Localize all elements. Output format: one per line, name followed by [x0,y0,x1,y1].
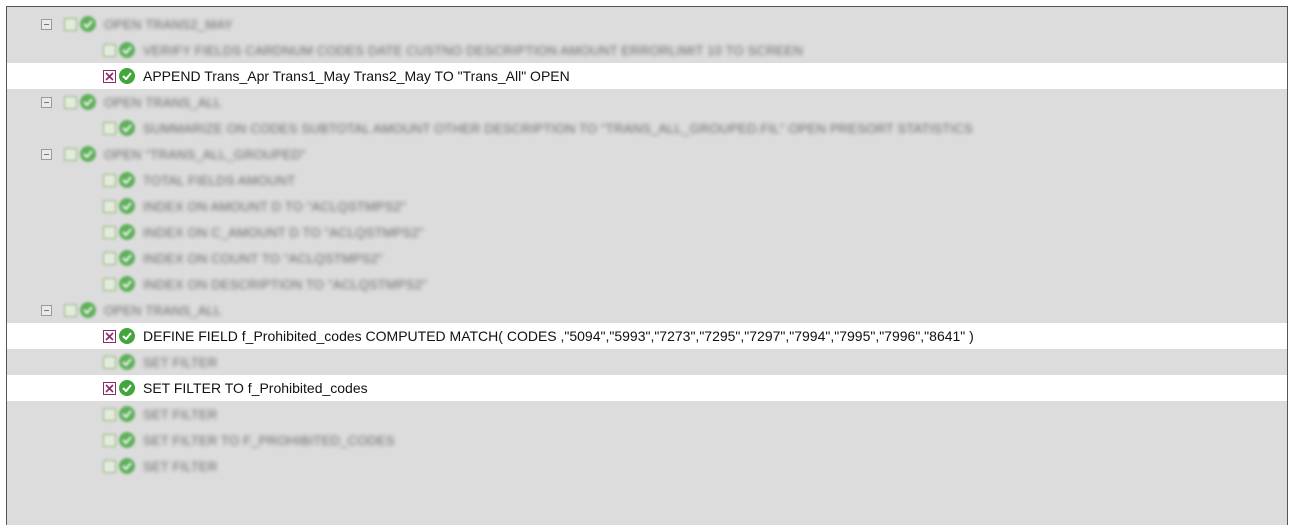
script-history-tree: OPEN Trans2_May VERIFY FIELDS CARDNUM COD… [6,6,1288,525]
checkbox-icon[interactable] [103,225,116,239]
row-content: INDEX ON c_AMOUNT D TO "ACLQSTMPS2" [103,219,424,245]
row-content: INDEX ON COUNT TO "ACLQSTMPS2" [103,245,383,271]
checkbox-icon[interactable] [103,329,116,343]
checkbox-icon[interactable] [103,407,116,421]
success-check-icon [80,16,96,32]
command-text: SET FILTER TO f_Prohibited_codes [143,432,395,448]
command-text: OPEN Trans2_May [104,16,233,32]
tree-command-row[interactable]: INDEX ON DESCRIPTION TO "ACLQSTMPS2" [7,271,1287,297]
row-content: SET FILTER [103,453,217,479]
command-text: INDEX ON AMOUNT D TO "ACLQSTMPS2" [143,198,406,214]
success-check-icon [119,42,135,58]
checkbox-icon[interactable] [103,69,116,83]
success-check-icon [119,458,135,474]
command-text: SET FILTER [143,354,218,370]
success-check-icon [119,354,135,370]
success-check-icon [119,276,135,292]
tree-command-row[interactable]: INDEX ON c_AMOUNT D TO "ACLQSTMPS2" [7,219,1287,245]
command-text: SET FILTER TO f_Prohibited_codes [143,380,368,396]
success-check-icon [119,432,135,448]
tree-command-row[interactable]: VERIFY FIELDS CARDNUM CODES DATE CUSTNO … [7,37,1287,63]
row-content: SET FILTER TO f_Prohibited_codes [103,427,395,453]
row-content: TOTAL FIELDS AMOUNT [103,167,295,193]
success-check-icon [119,250,135,266]
success-check-icon [80,146,96,162]
checkbox-icon[interactable] [103,251,116,265]
row-content: VERIFY FIELDS CARDNUM CODES DATE CUSTNO … [103,37,803,63]
checkbox-icon[interactable] [103,381,116,395]
row-content: OPEN Trans_All [41,297,221,323]
tree-command-row[interactable]: SET FILTER [7,349,1287,375]
row-content: SET FILTER [103,349,217,375]
command-text: APPEND Trans_Apr Trans1_May Trans2_May T… [143,68,570,84]
success-check-icon [119,68,135,84]
tree-group-row[interactable]: OPEN Trans_All [7,89,1287,115]
tree-group-row[interactable]: OPEN Trans2_May [7,11,1287,37]
command-text: INDEX ON DESCRIPTION TO "ACLQSTMPS2" [143,276,427,292]
command-text: INDEX ON c_AMOUNT D TO "ACLQSTMPS2" [143,224,424,240]
success-check-icon [119,328,135,344]
success-check-icon [80,94,96,110]
checkbox-icon[interactable] [103,459,116,473]
row-content: APPEND Trans_Apr Trans1_May Trans2_May T… [103,63,570,89]
row-content: SUMMARIZE ON CODES SUBTOTAL AMOUNT OTHER… [103,115,973,141]
checkbox-icon[interactable] [103,173,116,187]
tree-command-row[interactable]: INDEX ON AMOUNT D TO "ACLQSTMPS2" [7,193,1287,219]
collapse-icon[interactable] [41,148,52,160]
row-content: INDEX ON DESCRIPTION TO "ACLQSTMPS2" [103,271,427,297]
success-check-icon [119,198,135,214]
success-check-icon [119,224,135,240]
success-check-icon [119,120,135,136]
checkbox-icon[interactable] [103,43,116,57]
tree-command-row[interactable]: INDEX ON COUNT TO "ACLQSTMPS2" [7,245,1287,271]
command-text: SUMMARIZE ON CODES SUBTOTAL AMOUNT OTHER… [143,120,973,136]
tree-command-row[interactable]: SET FILTER TO f_Prohibited_codes [7,427,1287,453]
row-content: OPEN "Trans_All_Grouped" [41,141,306,167]
command-text: OPEN Trans_All [104,302,222,318]
tree-command-row[interactable]: SET FILTER [7,401,1287,427]
collapse-icon[interactable] [41,18,52,30]
success-check-icon [119,380,135,396]
command-text: TOTAL FIELDS AMOUNT [143,172,296,188]
command-text: SET FILTER [143,406,218,422]
tree-group-row[interactable]: OPEN Trans_All [7,297,1287,323]
checkbox-icon[interactable] [64,147,77,161]
command-text: DEFINE FIELD f_Prohibited_codes COMPUTED… [143,328,974,344]
collapse-icon[interactable] [41,304,52,316]
success-check-icon [119,172,135,188]
tree-command-row[interactable]: SUMMARIZE ON CODES SUBTOTAL AMOUNT OTHER… [7,115,1287,141]
row-content: SET FILTER TO f_Prohibited_codes [103,375,368,401]
checkbox-icon[interactable] [103,277,116,291]
command-text: OPEN Trans_All [104,94,222,110]
tree-command-row[interactable]: SET FILTER TO f_Prohibited_codes [7,375,1287,401]
row-content: OPEN Trans_All [41,89,221,115]
success-check-icon [80,302,96,318]
checkbox-icon[interactable] [64,95,77,109]
row-content: OPEN Trans2_May [41,11,233,37]
tree-command-row[interactable]: TOTAL FIELDS AMOUNT [7,167,1287,193]
checkbox-icon[interactable] [103,199,116,213]
command-text: OPEN "Trans_All_Grouped" [104,146,306,162]
command-text: VERIFY FIELDS CARDNUM CODES DATE CUSTNO … [143,42,804,58]
command-text: SET FILTER [143,458,218,474]
checkbox-icon[interactable] [103,121,116,135]
row-content: SET FILTER [103,401,217,427]
checkbox-icon[interactable] [64,17,77,31]
tree-command-row[interactable]: DEFINE FIELD f_Prohibited_codes COMPUTED… [7,323,1287,349]
checkbox-icon[interactable] [64,303,77,317]
tree-group-row[interactable]: OPEN "Trans_All_Grouped" [7,141,1287,167]
command-text: INDEX ON COUNT TO "ACLQSTMPS2" [143,250,383,266]
checkbox-icon[interactable] [103,433,116,447]
checkbox-icon[interactable] [103,355,116,369]
tree-command-row[interactable]: SET FILTER [7,453,1287,479]
success-check-icon [119,406,135,422]
row-content: DEFINE FIELD f_Prohibited_codes COMPUTED… [103,323,974,349]
tree-command-row[interactable]: APPEND Trans_Apr Trans1_May Trans2_May T… [7,63,1287,89]
collapse-icon[interactable] [41,96,52,108]
row-content: INDEX ON AMOUNT D TO "ACLQSTMPS2" [103,193,406,219]
